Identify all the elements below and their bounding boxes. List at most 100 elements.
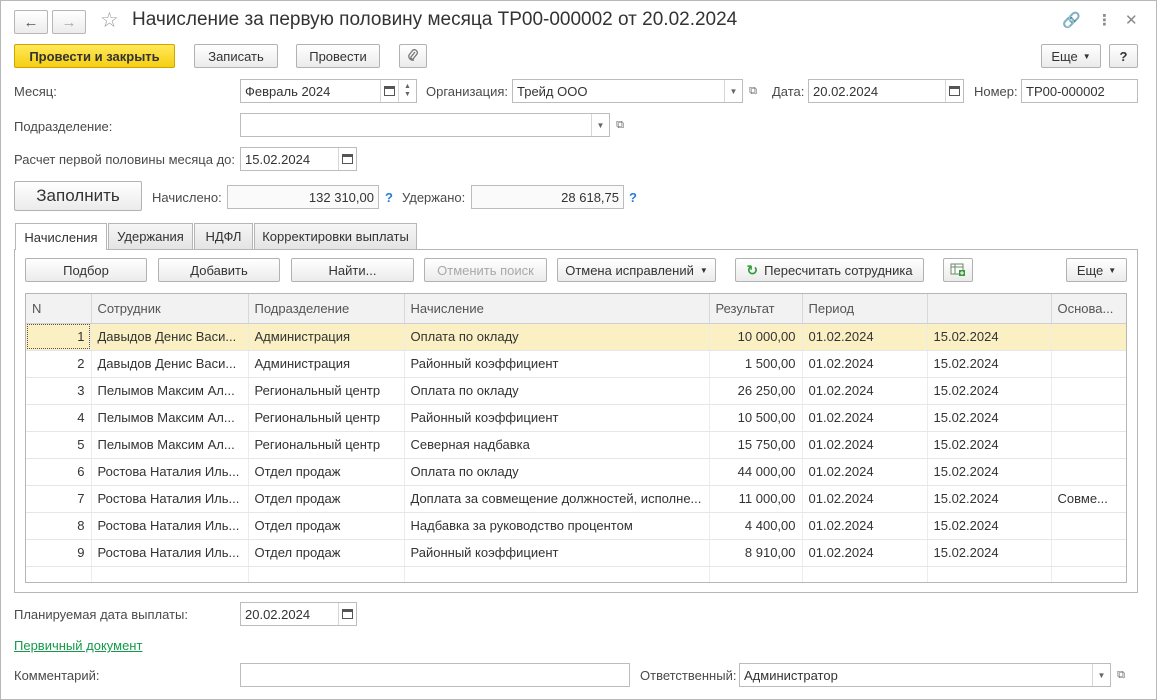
star-icon[interactable]: ☆	[100, 8, 119, 33]
comment-field[interactable]	[240, 663, 630, 687]
open-icon[interactable]: ⧉	[612, 113, 628, 137]
basis-cell[interactable]	[1051, 539, 1126, 567]
table-row[interactable]: 1 Давыдов Денис Васи... Администрация Оплат…	[26, 323, 1126, 351]
accrual-cell[interactable]: Надбавка за руководство процентом	[404, 512, 710, 540]
responsible-field[interactable]: Администратор ▼	[739, 663, 1111, 687]
month-field[interactable]: Февраль 2024 ▲ ▼	[240, 79, 417, 103]
pay-date-field[interactable]: 20.02.2024	[240, 602, 357, 626]
chevron-down-icon[interactable]: ▼	[1092, 664, 1110, 686]
employee-cell[interactable]: Пелымов Максим Ал...	[91, 404, 249, 432]
accrual-cell[interactable]: Оплата по окладу	[404, 377, 710, 405]
basis-cell[interactable]	[1051, 350, 1126, 378]
column-header-result[interactable]: Результат	[709, 294, 803, 324]
open-icon[interactable]: ⧉	[745, 79, 761, 103]
chevron-down-icon[interactable]: ▼	[591, 114, 609, 136]
period-end-cell[interactable]: 15.02.2024	[927, 350, 1052, 378]
result-cell[interactable]: 26 250,00	[709, 377, 803, 405]
period-start-cell[interactable]: 01.02.2024	[802, 323, 928, 351]
period-end-cell[interactable]: 15.02.2024	[927, 485, 1052, 513]
division-cell[interactable]: Региональный центр	[248, 431, 405, 459]
row-number[interactable]: 5	[26, 431, 92, 459]
employee-cell[interactable]: Ростова Наталия Иль...	[91, 539, 249, 567]
calendar-icon[interactable]	[338, 148, 356, 170]
find-button[interactable]: Найти...	[291, 258, 414, 282]
table-more-button[interactable]: Еще ▼	[1066, 258, 1127, 282]
period-end-cell[interactable]: 15.02.2024	[927, 512, 1052, 540]
basis-cell[interactable]	[1051, 431, 1126, 459]
result-cell[interactable]: 44 000,00	[709, 458, 803, 486]
employee-cell[interactable]: Пелымов Максим Ал...	[91, 377, 249, 405]
accrual-cell[interactable]: Районный коэффициент	[404, 350, 710, 378]
calendar-icon[interactable]	[380, 80, 398, 102]
table-row[interactable]: 9 Ростова Наталия Иль... Отдел продаж Район…	[26, 539, 1126, 567]
period-start-cell[interactable]: 01.02.2024	[802, 512, 928, 540]
accrual-cell[interactable]: Районный коэффициент	[404, 539, 710, 567]
fill-button[interactable]: Заполнить	[14, 181, 142, 211]
basis-cell[interactable]	[1051, 377, 1126, 405]
row-number[interactable]: 8	[26, 512, 92, 540]
division-cell[interactable]: Отдел продаж	[248, 512, 405, 540]
withheld-help-icon[interactable]: ?	[629, 190, 637, 205]
period-start-cell[interactable]: 01.02.2024	[802, 377, 928, 405]
employee-cell[interactable]: Давыдов Денис Васи...	[91, 323, 249, 351]
link-icon[interactable]: 🔗	[1062, 11, 1081, 29]
attach-button[interactable]	[399, 44, 427, 68]
row-number[interactable]: 3	[26, 377, 92, 405]
save-button[interactable]: Записать	[194, 44, 278, 68]
period-end-cell[interactable]: 15.02.2024	[927, 539, 1052, 567]
employee-cell[interactable]: Давыдов Денис Васи...	[91, 350, 249, 378]
row-number[interactable]: 6	[26, 458, 92, 486]
open-icon[interactable]: ⧉	[1113, 663, 1129, 687]
division-cell[interactable]: Отдел продаж	[248, 458, 405, 486]
division-field[interactable]: ▼	[240, 113, 610, 137]
employee-cell[interactable]: Ростова Наталия Иль...	[91, 458, 249, 486]
forward-button[interactable]: →	[52, 10, 86, 34]
help-button[interactable]: ?	[1109, 44, 1138, 68]
basis-cell[interactable]	[1051, 512, 1126, 540]
select-button[interactable]: Подбор	[25, 258, 147, 282]
result-cell[interactable]: 15 750,00	[709, 431, 803, 459]
accrual-cell[interactable]: Северная надбавка	[404, 431, 710, 459]
period-end-cell[interactable]: 15.02.2024	[927, 458, 1052, 486]
accrued-help-icon[interactable]: ?	[385, 190, 393, 205]
employee-cell[interactable]: Пелымов Максим Ал...	[91, 431, 249, 459]
accrual-cell[interactable]: Доплата за совмещение должностей, исполн…	[404, 485, 710, 513]
more-vertical-icon[interactable]: ⋮	[1097, 11, 1112, 29]
accrual-cell[interactable]: Оплата по окладу	[404, 323, 710, 351]
table-row[interactable]: 2 Давыдов Денис Васи... Администрация Район…	[26, 350, 1126, 378]
division-cell[interactable]: Региональный центр	[248, 377, 405, 405]
period-start-cell[interactable]: 01.02.2024	[802, 458, 928, 486]
column-header-accrual[interactable]: Начисление	[404, 294, 710, 324]
column-header-period-end[interactable]	[927, 294, 1052, 324]
period-start-cell[interactable]: 01.02.2024	[802, 485, 928, 513]
tab-payment-adjustments[interactable]: Корректировки выплаты	[254, 223, 417, 249]
result-cell[interactable]: 10 000,00	[709, 323, 803, 351]
result-cell[interactable]: 4 400,00	[709, 512, 803, 540]
org-field[interactable]: Трейд ООО ▼	[512, 79, 743, 103]
row-number[interactable]: 7	[26, 485, 92, 513]
calc-until-field[interactable]: 15.02.2024	[240, 147, 357, 171]
calendar-icon[interactable]	[338, 603, 356, 625]
tab-accruals[interactable]: Начисления	[15, 223, 107, 250]
result-cell[interactable]: 10 500,00	[709, 404, 803, 432]
column-header-employee[interactable]: Сотрудник	[91, 294, 249, 324]
employee-cell[interactable]: Ростова Наталия Иль...	[91, 485, 249, 513]
table-row[interactable]: 3 Пелымов Максим Ал... Региональный центр О…	[26, 377, 1126, 405]
basis-cell[interactable]	[1051, 404, 1126, 432]
division-cell[interactable]: Отдел продаж	[248, 539, 405, 567]
accrual-cell[interactable]: Оплата по окладу	[404, 458, 710, 486]
tab-ndfl[interactable]: НДФЛ	[194, 223, 253, 249]
post-and-close-button[interactable]: Провести и закрыть	[14, 44, 175, 68]
column-header-period[interactable]: Период	[802, 294, 928, 324]
calendar-icon[interactable]	[945, 80, 963, 102]
add-button[interactable]: Добавить	[158, 258, 280, 282]
column-header-basis[interactable]: Основа...	[1051, 294, 1126, 324]
table-row[interactable]: 6 Ростова Наталия Иль... Отдел продаж Оплат…	[26, 458, 1126, 486]
result-cell[interactable]: 1 500,00	[709, 350, 803, 378]
row-number[interactable]: 1	[26, 323, 92, 351]
primary-document-link[interactable]: Первичный документ	[14, 638, 142, 653]
basis-cell[interactable]	[1051, 323, 1126, 351]
division-cell[interactable]: Отдел продаж	[248, 485, 405, 513]
accrual-cell[interactable]: Районный коэффициент	[404, 404, 710, 432]
tab-deductions[interactable]: Удержания	[108, 223, 193, 249]
